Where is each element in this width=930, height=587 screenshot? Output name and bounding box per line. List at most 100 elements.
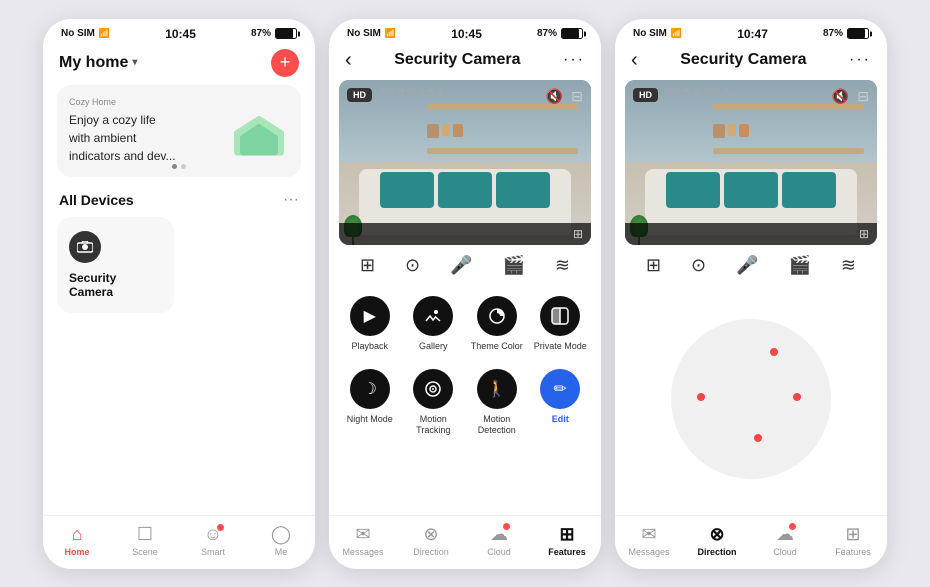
cloud-badge-wrapper-3: ☁: [776, 524, 794, 545]
smart-badge-dot: [217, 524, 224, 531]
joy-dot-left: [697, 393, 705, 401]
video-toolbar-icon-3[interactable]: 🎬: [789, 255, 811, 276]
expand-toolbar-icon-3[interactable]: ⊞: [646, 255, 661, 276]
status-right-3: 87%: [823, 28, 869, 39]
messages-label-2: Messages: [342, 547, 383, 557]
cloud-badge-dot-3: [789, 523, 796, 530]
cam-nav-cloud-3[interactable]: ☁ Cloud: [751, 524, 819, 557]
gallery-icon: [413, 296, 453, 336]
scene-nav-label: Scene: [132, 547, 158, 557]
edit-icon: ✏: [540, 369, 580, 409]
cam-nav-cloud-2[interactable]: ☁ Cloud: [465, 524, 533, 557]
camera-header-2: ‹ Security Camera ···: [329, 45, 601, 80]
home-header: My home ▾ +: [43, 45, 315, 85]
mic-toolbar-icon-3[interactable]: 🎤: [736, 255, 758, 276]
battery-icon-3: [847, 28, 869, 39]
status-right-1: 87%: [251, 28, 297, 39]
theme-color-feature[interactable]: Theme Color: [466, 288, 528, 360]
me-nav-label: Me: [275, 547, 288, 557]
more-toolbar-icon[interactable]: ≋: [555, 255, 570, 276]
icon-toolbar-3: ⊞ ⊙ 🎤 🎬 ≋: [615, 245, 887, 284]
camera-header-3: ‹ Security Camera ···: [615, 45, 887, 80]
mute-icon-3[interactable]: 🔇: [832, 88, 849, 105]
back-button-2[interactable]: ‹: [345, 49, 352, 72]
mute-icon-2[interactable]: 🔇: [546, 88, 563, 105]
cam-nav-messages-2[interactable]: ✉ Messages: [329, 524, 397, 557]
all-devices-more[interactable]: ···: [283, 191, 299, 209]
cushion-3b: [724, 172, 778, 208]
motion-detection-feature[interactable]: 🚶 Motion Detection: [466, 361, 528, 444]
edit-feature[interactable]: ✏ Edit: [530, 361, 592, 444]
nav-me[interactable]: ◯ Me: [247, 524, 315, 557]
nav-smart[interactable]: ☺ Smart: [179, 524, 247, 557]
gallery-feature[interactable]: Gallery: [403, 288, 465, 360]
wifi-icon-2: 📶: [385, 28, 396, 39]
camera-device-name: Security Camera: [69, 271, 162, 299]
dot-2: [181, 164, 186, 169]
battery-icon-1: [275, 28, 297, 39]
fullscreen-icon-3[interactable]: ⊟: [857, 88, 869, 105]
carrier-2: No SIM: [347, 28, 381, 39]
color-svg: [487, 306, 507, 326]
pip-icon-2[interactable]: ⊞: [573, 227, 583, 241]
device-card-camera[interactable]: Security Camera: [57, 217, 174, 313]
joystick-circle[interactable]: [671, 319, 831, 479]
home-nav-label: Home: [64, 547, 89, 557]
home-title: My home ▾: [59, 54, 137, 72]
cloud-label-3: Cloud: [773, 547, 797, 557]
edit-label: Edit: [552, 414, 569, 425]
playback-feature[interactable]: ▶ Playback: [339, 288, 401, 360]
back-button-3[interactable]: ‹: [631, 49, 638, 72]
direction-icon-3: ⊗: [709, 524, 724, 545]
motion-tracking-feature[interactable]: Motion Tracking: [403, 361, 465, 444]
more-toolbar-icon-3[interactable]: ≋: [841, 255, 856, 276]
cam-nav-direction-2[interactable]: ⊗ Direction: [397, 524, 465, 557]
cam-nav-features-3[interactable]: ⊞ Features: [819, 524, 887, 557]
add-home-button[interactable]: +: [271, 49, 299, 77]
nav-scene[interactable]: ☐ Scene: [111, 524, 179, 557]
mic-toolbar-icon[interactable]: 🎤: [450, 255, 472, 276]
features-label-2: Features: [548, 547, 586, 557]
features-grid-2: ▶ Playback Gallery: [329, 284, 601, 452]
battery-pct-3: 87%: [823, 28, 843, 39]
expand-toolbar-icon[interactable]: ⊞: [360, 255, 375, 276]
cam-nav-features-2[interactable]: ⊞ Features: [533, 524, 601, 557]
dot-1: [172, 164, 177, 169]
cushion-1: [380, 172, 434, 208]
sofa-cushions: [380, 172, 549, 208]
phone-home: No SIM 📶 10:45 87% My home ▾ + Cozy Home…: [43, 19, 315, 569]
pip-icon-3[interactable]: ⊞: [859, 227, 869, 241]
joy-dot-bottom: [754, 434, 762, 442]
messages-icon-2: ✉: [355, 524, 370, 545]
shelf-board-3b: [713, 148, 864, 154]
header-more-3[interactable]: ···: [849, 51, 871, 69]
cam-bottom-nav-3: ✉ Messages ⊗ Direction ☁ Cloud ⊞ Feature…: [615, 515, 887, 569]
snapshot-toolbar-icon[interactable]: ⊙: [405, 255, 420, 276]
private-mode-icon: [540, 296, 580, 336]
cam-bottom-nav-2: ✉ Messages ⊗ Direction ☁ Cloud ⊞ Feature…: [329, 515, 601, 569]
snapshot-toolbar-icon-3[interactable]: ⊙: [691, 255, 706, 276]
chevron-down-icon: ▾: [132, 57, 137, 68]
time-3: 10:47: [737, 27, 768, 41]
time-2: 10:45: [451, 27, 482, 41]
cushion-3c: [782, 172, 836, 208]
night-mode-label: Night Mode: [347, 414, 393, 425]
nav-home[interactable]: ⌂ Home: [43, 524, 111, 557]
shelf-board-3a: [713, 104, 864, 110]
night-mode-feature[interactable]: ☽ Night Mode: [339, 361, 401, 444]
video-toolbar-icon[interactable]: 🎬: [503, 255, 525, 276]
joy-dot-right: [793, 393, 801, 401]
camera-title-3: Security Camera: [680, 51, 806, 69]
cushion-3a: [666, 172, 720, 208]
features-icon-3: ⊞: [845, 524, 860, 545]
motion-tracking-label: Motion Tracking: [407, 414, 461, 436]
shelf-item-3a: [713, 124, 725, 138]
home-title-text: My home: [59, 54, 128, 72]
fullscreen-icon-2[interactable]: ⊟: [571, 88, 583, 105]
cam-nav-messages-3[interactable]: ✉ Messages: [615, 524, 683, 557]
private-mode-feature[interactable]: Private Mode: [530, 288, 592, 360]
header-more-2[interactable]: ···: [563, 51, 585, 69]
messages-icon-3: ✉: [641, 524, 656, 545]
hd-badge-3: HD: [633, 88, 658, 102]
cam-nav-direction-3[interactable]: ⊗ Direction: [683, 524, 751, 557]
